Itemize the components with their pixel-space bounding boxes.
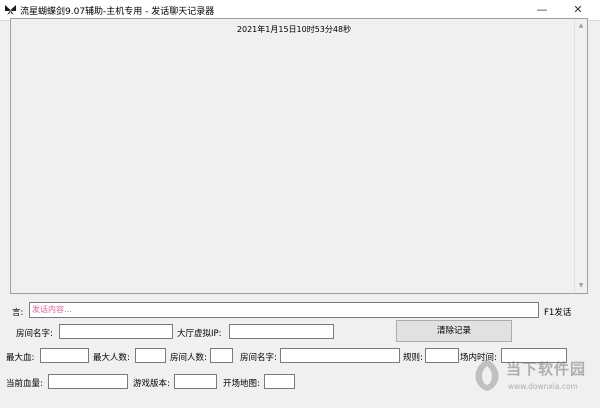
start-map-label: 开场地图:: [223, 379, 260, 389]
f1-send-label: F1发话: [544, 308, 572, 318]
log-timestamp: 2021年1月15日10时53分48秒: [236, 25, 352, 34]
room-name-field[interactable]: [59, 324, 173, 339]
current-hp-label: 当前血量:: [6, 379, 43, 389]
room-players-field[interactable]: [210, 348, 233, 363]
room-players-label: 房间人数:: [170, 353, 207, 363]
scroll-down-arrow-icon[interactable]: ▼: [575, 280, 587, 292]
start-map-field[interactable]: [264, 374, 295, 389]
window-title: 流星蝴蝶剑9.07辅助-主机专用 - 发话聊天记录器: [20, 7, 215, 17]
room-name-label: 房间名字:: [16, 329, 53, 339]
game-version-field[interactable]: [174, 374, 217, 389]
room-name-label-2: 房间名字:: [240, 353, 277, 363]
rules-field[interactable]: [425, 348, 459, 363]
minimize-button[interactable]: —: [528, 0, 556, 20]
butterfly-app-icon: [5, 5, 16, 15]
watermark-url: www.downxia.com: [508, 382, 578, 391]
chat-log-area[interactable]: 2021年1月15日10时53分48秒 ▲ ▼: [10, 18, 588, 294]
scroll-up-arrow-icon[interactable]: ▲: [575, 20, 587, 32]
max-hp-label: 最大血:: [6, 353, 35, 363]
max-players-label: 最大人数:: [93, 353, 130, 363]
chat-label: 言:: [12, 308, 24, 318]
downxia-logo-icon: [475, 359, 499, 391]
current-hp-field[interactable]: [48, 374, 128, 389]
watermark-name: 当下软件园: [506, 360, 587, 378]
max-players-field[interactable]: [135, 348, 166, 363]
max-hp-field[interactable]: [40, 348, 89, 363]
game-version-label: 游戏版本:: [133, 379, 170, 389]
watermark: 当下软件园 www.downxia.com: [472, 356, 590, 398]
close-button[interactable]: ✕: [562, 0, 594, 20]
clear-log-button[interactable]: 清除记录: [396, 320, 512, 342]
chat-message-input[interactable]: 发话内容...: [29, 302, 539, 318]
lobby-ip-label: 大厅虚拟IP:: [177, 329, 222, 339]
rules-label: 规则:: [403, 353, 423, 363]
vertical-scrollbar[interactable]: ▲ ▼: [574, 19, 587, 293]
room-name-field-2[interactable]: [280, 348, 400, 363]
lobby-ip-field[interactable]: [229, 324, 334, 339]
